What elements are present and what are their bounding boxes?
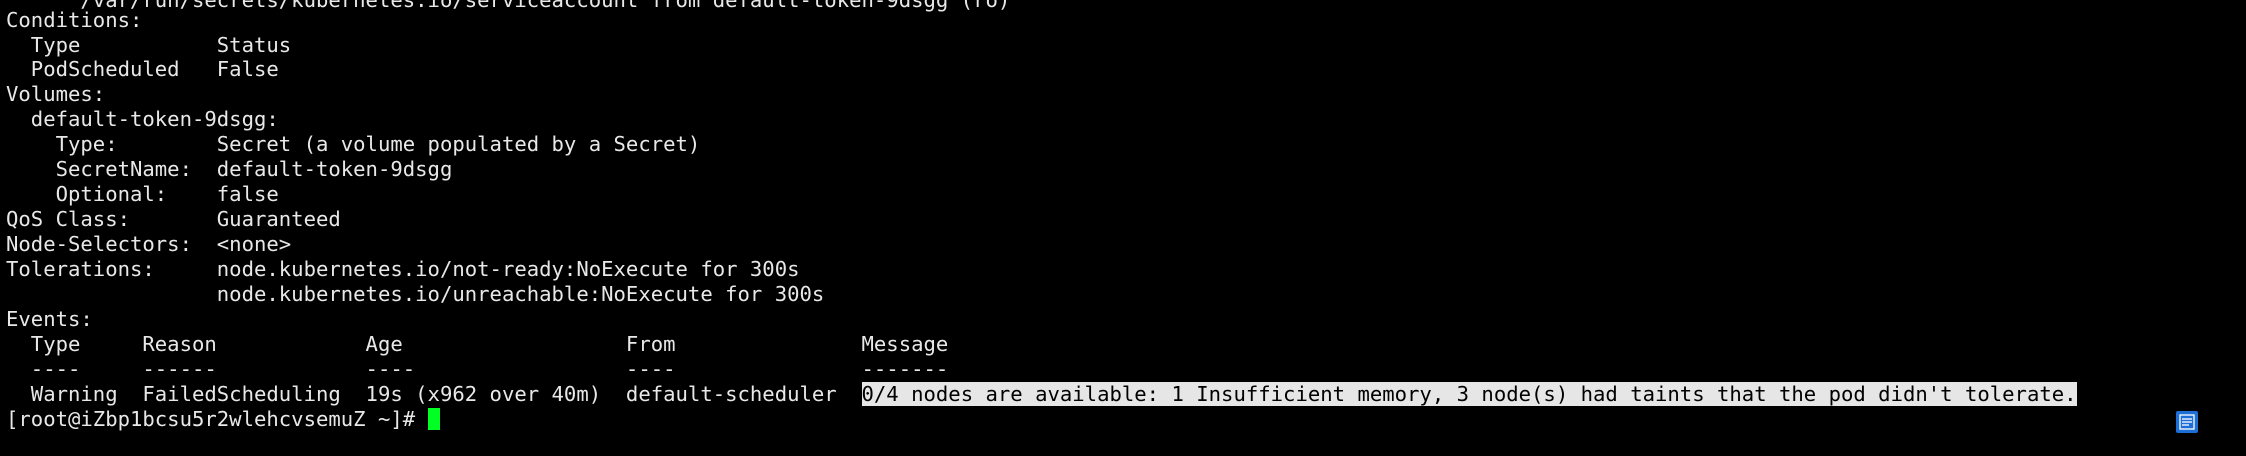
terminal-line-event-row: Warning FailedScheduling 19s (x962 over … [6, 382, 2077, 407]
terminal-line-optional: Optional: false [6, 182, 279, 206]
terminal-line-volume-type: Type: Secret (a volume populated by a Se… [6, 132, 701, 156]
terminal-line-volumes: Volumes: [6, 82, 106, 106]
terminal-line-qos-class: QoS Class: Guaranteed [6, 207, 341, 231]
terminal-cursor [427, 408, 440, 430]
notepad-icon-glyph [2179, 414, 2195, 430]
terminal-line-conditions: Conditions: [6, 8, 143, 32]
terminal-line-tolerations: Tolerations: node.kubernetes.io/not-read… [6, 257, 800, 281]
selected-event-message[interactable]: 0/4 nodes are available: 1 Insufficient … [861, 382, 2077, 406]
shell-prompt: [root@iZbp1bcsu5r2wlehcvsemuZ ~]# [6, 407, 428, 431]
terminal-line-conditions-header: Type Status [6, 33, 292, 57]
terminal-line-events-divider: ---- ------ ---- ---- ------- [6, 357, 949, 381]
terminal-line-podscheduled: PodScheduled False [6, 57, 279, 81]
notepad-icon[interactable] [2176, 411, 2198, 433]
terminal-line-volume-name: default-token-9dsgg: [6, 107, 279, 131]
terminal-line-prompt[interactable]: [root@iZbp1bcsu5r2wlehcvsemuZ ~]# [6, 407, 440, 432]
terminal-line-events: Events: [6, 307, 93, 331]
event-row-prefix: Warning FailedScheduling 19s (x962 over … [6, 382, 862, 406]
terminal-line-node-selectors: Node-Selectors: <none> [6, 232, 292, 256]
terminal-line-mount: /var/run/secrets/kubernetes.io/serviceac… [6, 0, 1011, 12]
terminal-window[interactable]: /var/run/secrets/kubernetes.io/serviceac… [0, 0, 2246, 456]
terminal-line-events-header: Type Reason Age From Message [6, 332, 949, 356]
terminal-line-secret-name: SecretName: default-token-9dsgg [6, 157, 453, 181]
terminal-line-tolerations-cont: node.kubernetes.io/unreachable:NoExecute… [6, 282, 825, 306]
